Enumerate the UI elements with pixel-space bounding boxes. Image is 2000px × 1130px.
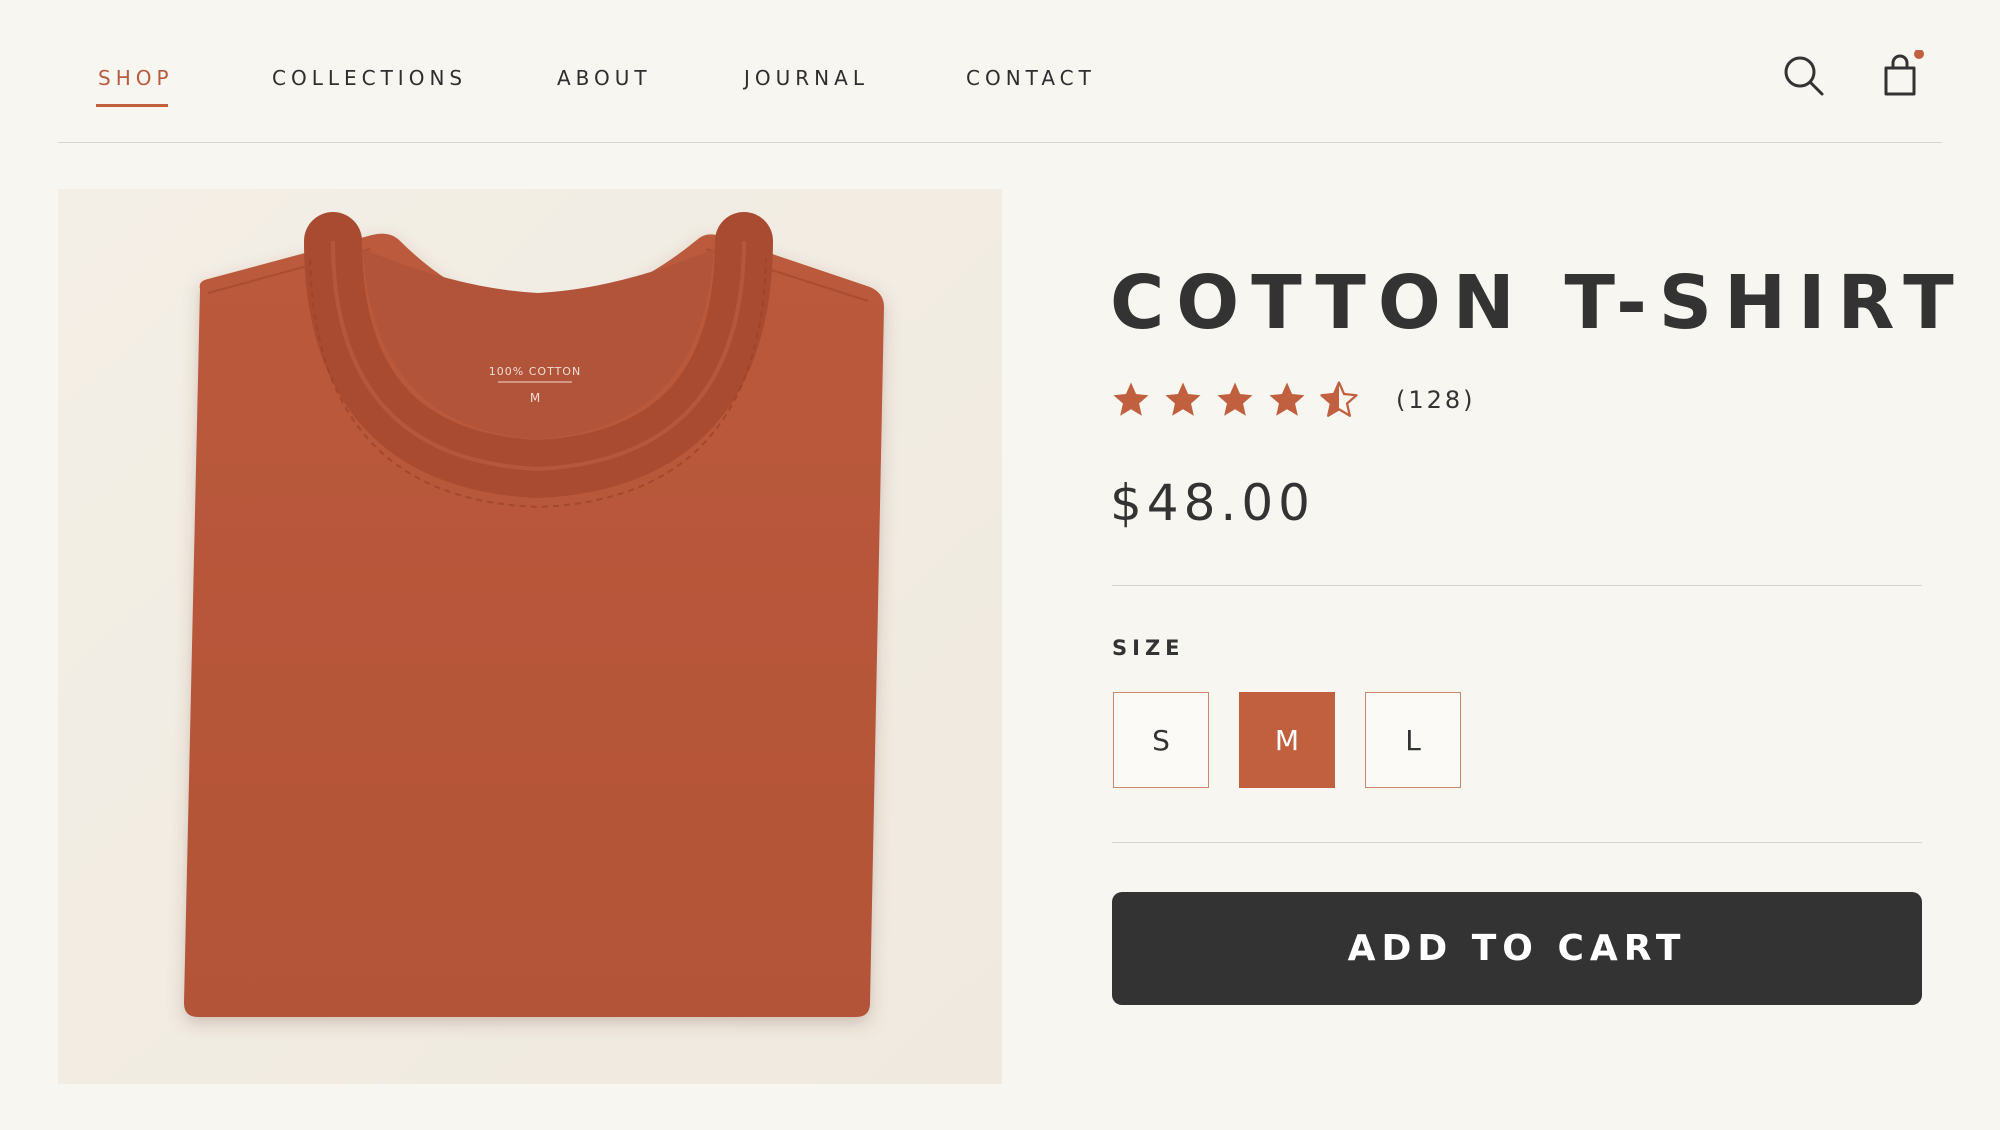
star-half-icon <box>1320 381 1358 417</box>
divider <box>1112 842 1922 843</box>
active-nav-underline <box>96 104 168 107</box>
shopping-bag-icon <box>1884 50 1924 96</box>
size-label: SIZE <box>1112 636 1185 660</box>
product-title: COTTON T-SHIRT <box>1110 260 1966 346</box>
header-divider <box>58 142 1942 143</box>
star-rating: (128) <box>1110 378 1476 422</box>
size-option-l[interactable]: L <box>1365 692 1461 788</box>
search-button[interactable] <box>1778 50 1830 102</box>
search-icon <box>1784 56 1824 96</box>
star-full-icon <box>1165 382 1201 416</box>
shirt-label-size: M <box>530 391 540 405</box>
add-to-cart-button[interactable]: ADD TO CART <box>1112 892 1922 1005</box>
nav-collections[interactable]: COLLECTIONS <box>272 64 467 92</box>
size-selector: S M L <box>1113 692 1461 788</box>
product-price: $48.00 <box>1110 474 1315 532</box>
nav-shop[interactable]: SHOP <box>98 64 174 92</box>
nav-journal[interactable]: JOURNAL <box>744 64 869 92</box>
star-full-icon <box>1269 382 1305 416</box>
nav-contact[interactable]: CONTACT <box>966 64 1096 92</box>
nav-about[interactable]: ABOUT <box>557 64 652 92</box>
product-image: 100% COTTON M <box>58 189 1002 1084</box>
size-option-m[interactable]: M <box>1239 692 1335 788</box>
top-navigation: SHOP COLLECTIONS ABOUT JOURNAL CONTACT <box>0 0 2000 144</box>
size-option-s[interactable]: S <box>1113 692 1209 788</box>
star-full-icon <box>1217 382 1253 416</box>
divider <box>1112 585 1922 586</box>
review-count[interactable]: (128) <box>1396 386 1476 414</box>
star-full-icon <box>1113 382 1149 416</box>
shirt-label-text: 100% COTTON <box>489 365 581 378</box>
cart-notification-dot <box>1914 50 1924 59</box>
cart-button[interactable] <box>1874 50 1926 102</box>
